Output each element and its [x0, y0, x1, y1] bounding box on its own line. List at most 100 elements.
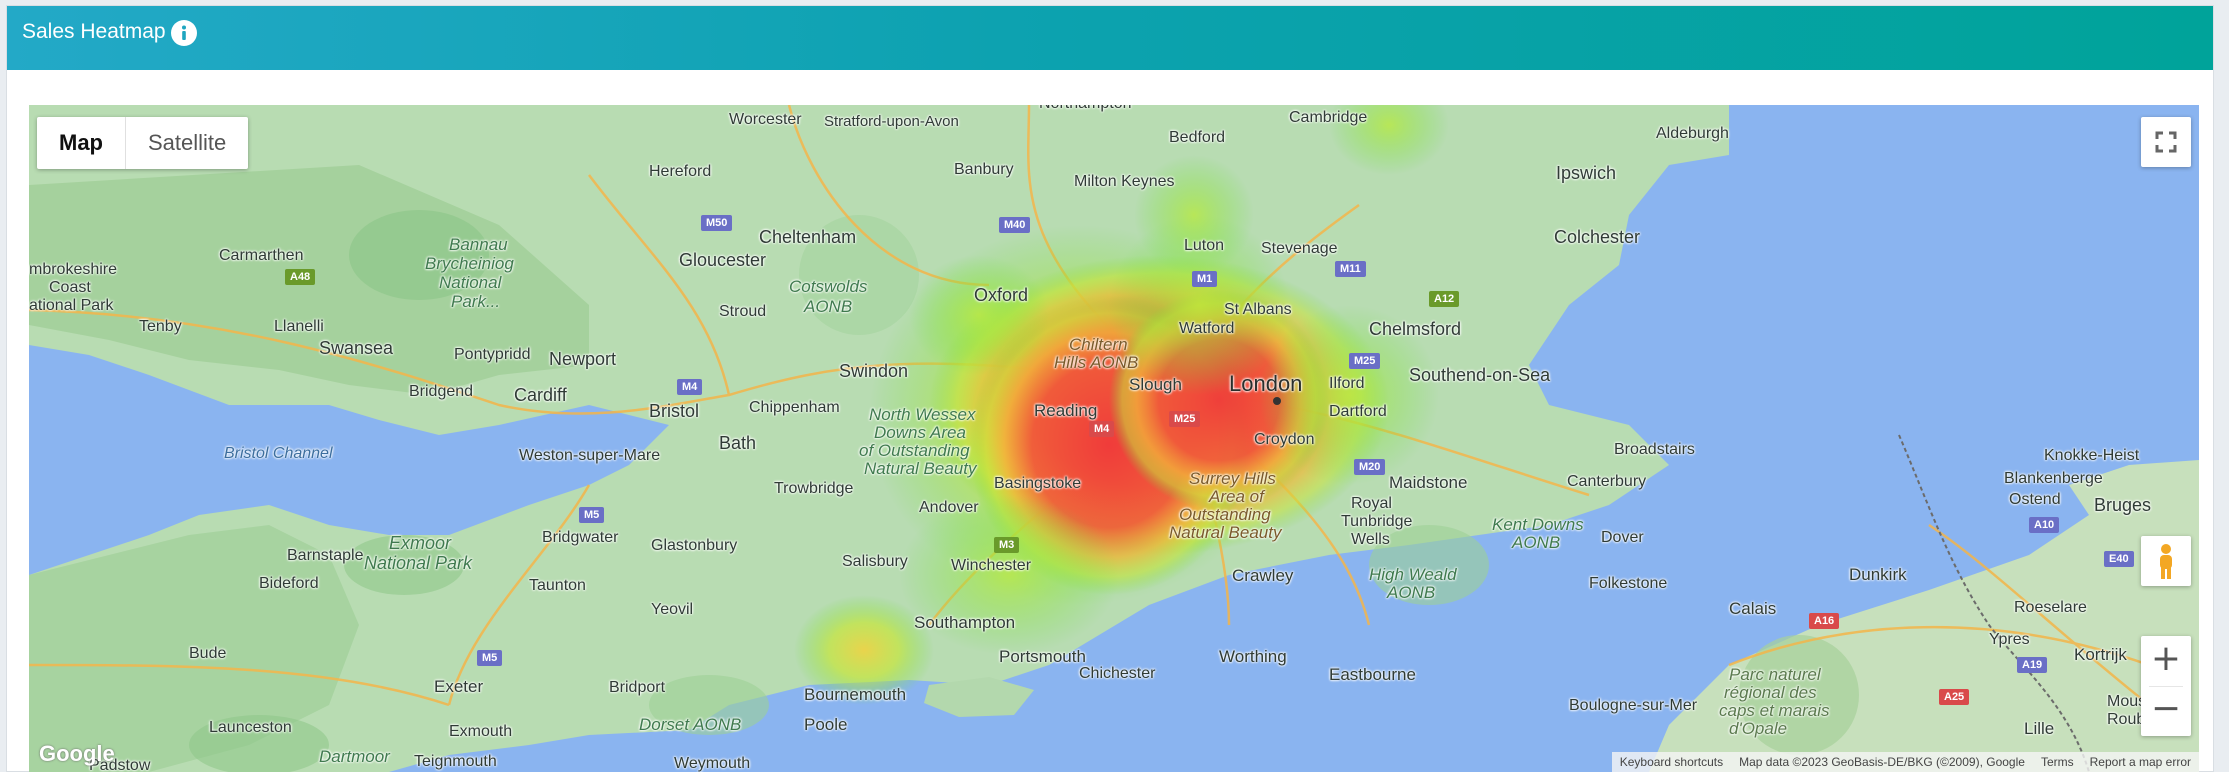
place-label: Newport [549, 349, 617, 369]
park-label: Hills AONB [1054, 353, 1139, 372]
park-label: of Outstanding [859, 441, 970, 460]
road-shield: M5 [579, 507, 605, 523]
place-label: Dunkirk [1849, 565, 1907, 584]
place-label: Broadstairs [1614, 441, 1695, 458]
place-label: St Albans [1224, 301, 1292, 318]
park-label: Dorset AONB [639, 715, 742, 734]
place-label: Royal [1351, 495, 1392, 512]
place-label: Roeselare [2014, 599, 2087, 616]
place-label: Tenby [139, 318, 182, 335]
park-label: Natural Beauty [1169, 523, 1282, 542]
place-label: Wells [1351, 531, 1390, 548]
road-shield: A25 [1939, 689, 1970, 705]
place-label: Banbury [954, 161, 1014, 178]
street-view-pegman-icon [2160, 544, 2172, 579]
place-label: Luton [1184, 237, 1225, 254]
place-label: Hereford [649, 163, 712, 180]
report-error-link[interactable]: Report a map error [2082, 752, 2199, 772]
place-label: Stevenage [1261, 240, 1338, 257]
road-shield: A12 [1429, 291, 1460, 307]
place-label: Calais [1729, 599, 1777, 618]
place-label: Worcester [729, 111, 802, 128]
place-label: Swansea [319, 338, 394, 358]
map-attribution: Keyboard shortcuts Map data ©2023 GeoBas… [1611, 752, 2199, 772]
road-shield: A48 [285, 269, 316, 285]
place-label: Ypres [1989, 631, 2030, 648]
place-label: Bridgwater [542, 529, 619, 546]
place-label: Knokke-Heist [2044, 447, 2140, 464]
place-label: Pontypridd [454, 346, 531, 363]
keyboard-shortcuts-link[interactable]: Keyboard shortcuts [1612, 752, 1731, 772]
place-label: Bruges [2094, 495, 2152, 515]
place-label: Dartford [1329, 403, 1387, 420]
map-type-satellite-button[interactable]: Satellite [126, 117, 248, 169]
road-shield: M25 [1169, 411, 1201, 427]
place-label: Reading [1034, 401, 1098, 420]
place-label: Chichester [1079, 665, 1156, 682]
map-data-text: Map data ©2023 GeoBasis-DE/BKG (©2009), … [1739, 755, 2025, 769]
park-label: AONB [1512, 533, 1561, 552]
park-label: National [439, 273, 502, 292]
road-shield: A16 [1809, 613, 1840, 629]
place-label: Bude [189, 645, 227, 662]
park-label: caps et marais [1719, 701, 1830, 720]
map-type-control: Map Satellite [37, 117, 249, 169]
place-label: Cheltenham [759, 227, 857, 247]
google-logo[interactable]: Google [39, 741, 115, 767]
place-label: Portsmouth [999, 647, 1086, 666]
map-type-map-button[interactable]: Map [37, 117, 126, 169]
place-label: London [1229, 371, 1303, 396]
info-icon[interactable] [171, 20, 197, 46]
place-label: Dover [1601, 529, 1644, 546]
fullscreen-button[interactable] [2141, 117, 2191, 167]
road-shield: M3 [994, 537, 1020, 553]
map-canvas[interactable]: Northampton Cambridge Worcester Stratfor… [29, 105, 2199, 772]
park-label: Downs Area [874, 423, 966, 442]
road-shield: M5 [477, 650, 503, 666]
place-label: Gloucester [679, 250, 767, 270]
park-label: d'Opale [1729, 719, 1788, 738]
place-label: Milton Keynes [1074, 173, 1175, 190]
place-label: Bideford [259, 575, 319, 592]
zoom-out-button[interactable]: − [2141, 688, 2191, 729]
place-label: Tunbridge [1341, 513, 1413, 530]
place-label: Bristol [649, 401, 700, 421]
road-shield: A10 [2029, 517, 2060, 533]
place-label: Winchester [951, 557, 1032, 574]
park-label: Park... [451, 292, 501, 311]
place-label: Southampton [914, 613, 1016, 632]
park-label: Outstanding [1179, 505, 1271, 524]
road-shield: M50 [701, 215, 733, 231]
place-label: Taunton [529, 577, 586, 594]
place-label: Chelmsford [1369, 319, 1462, 339]
road-shield: M11 [1335, 261, 1366, 277]
road-shield: M4 [1089, 421, 1115, 437]
place-label: Llanelli [274, 318, 324, 335]
park-label: North Wessex [869, 405, 976, 424]
terms-link[interactable]: Terms [2033, 752, 2082, 772]
place-label: Exmouth [449, 723, 513, 740]
park-label: National Park [364, 553, 473, 573]
place-label: Folkestone [1589, 575, 1668, 592]
place-label: Oxford [974, 285, 1029, 305]
street-view-button[interactable] [2141, 536, 2191, 586]
zoom-in-button[interactable]: + [2141, 638, 2191, 679]
place-label: Chippenham [749, 399, 840, 416]
park-label: régional des [1724, 683, 1817, 702]
road-shield: A19 [2017, 657, 2048, 673]
place-label: Yeovil [651, 601, 694, 618]
road-shield: M20 [1354, 459, 1386, 475]
place-label: Boulogne-sur-Mer [1569, 697, 1698, 714]
place-label: Stratford-upon-Avon [824, 113, 959, 130]
place-label: Slough [1129, 375, 1182, 394]
place-label: Salisbury [842, 553, 908, 570]
place-label: Blankenberge [2004, 470, 2103, 487]
place-label: Andover [919, 499, 979, 516]
place-label: Trowbridge [774, 480, 854, 497]
road-shield: M1 [1192, 271, 1218, 287]
place-label: Ilford [1329, 375, 1365, 392]
park-label: AONB [1387, 583, 1436, 602]
park-label: Brycheiniog [425, 254, 514, 273]
place-label: Aldeburgh [1656, 125, 1729, 142]
park-label: Area of [1209, 487, 1264, 506]
